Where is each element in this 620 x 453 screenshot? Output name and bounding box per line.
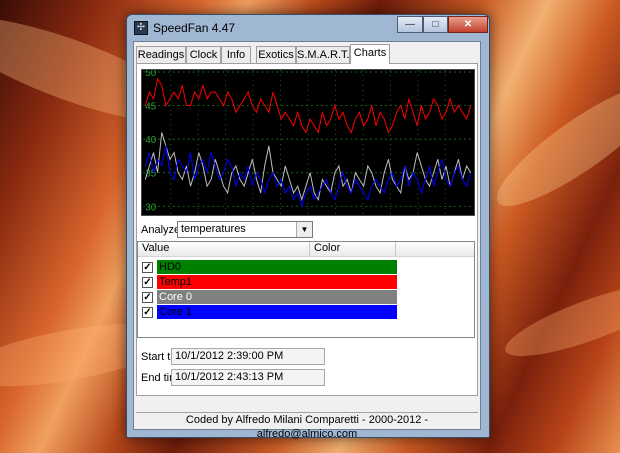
tab-info[interactable]: Info bbox=[221, 46, 251, 63]
temperature-chart: 3035404550 bbox=[141, 69, 475, 216]
y-tick-label: 40 bbox=[145, 135, 156, 146]
checkbox[interactable]: ✓ bbox=[142, 262, 153, 273]
window-client-area: Readings Clock Info Exotics S.M.A.R.T. C… bbox=[133, 41, 481, 440]
tab-clock[interactable]: Clock bbox=[186, 46, 221, 63]
column-header-value[interactable]: Value bbox=[138, 242, 310, 256]
y-tick-label: 30 bbox=[145, 202, 156, 213]
background-streak bbox=[498, 270, 620, 370]
series-color-swatch: HD0 bbox=[157, 260, 397, 274]
analyze-label: Analyze bbox=[141, 224, 181, 236]
y-tick-label: 50 bbox=[145, 69, 156, 79]
series-color-swatch: Core 1 bbox=[157, 305, 397, 319]
start-time-field: 10/1/2012 2:39:00 PM bbox=[171, 348, 325, 365]
checkbox[interactable]: ✓ bbox=[142, 292, 153, 303]
window-title: SpeedFan 4.47 bbox=[153, 21, 236, 35]
tab-smart[interactable]: S.M.A.R.T. bbox=[296, 46, 350, 63]
end-time-field: 10/1/2012 2:43:13 PM bbox=[171, 369, 325, 386]
series-list: Value Color ✓ HD0 ✓ Temp1 ✓ Core 0 ✓ Cor… bbox=[137, 241, 475, 338]
series-color-swatch: Temp1 bbox=[157, 275, 397, 289]
fan-app-icon: ✢ bbox=[134, 21, 148, 35]
tab-exotics[interactable]: Exotics bbox=[256, 46, 296, 63]
close-button[interactable]: ✕ bbox=[448, 16, 488, 33]
analyze-selected-value: temperatures bbox=[181, 223, 246, 235]
column-header-color[interactable]: Color bbox=[310, 242, 396, 256]
dropdown-arrow-icon[interactable]: ▼ bbox=[296, 222, 312, 237]
title-bar[interactable]: ✢ SpeedFan 4.47 — □ ✕ bbox=[127, 15, 489, 41]
tab-charts[interactable]: Charts bbox=[350, 44, 390, 64]
charts-panel: 30 35 40 45 50 Analyze temperatures ▼ Value … bbox=[136, 63, 478, 396]
maximize-button[interactable]: □ bbox=[423, 16, 448, 33]
background-streak bbox=[483, 67, 620, 223]
y-tick-label: 45 bbox=[145, 102, 156, 113]
status-bar: Coded by Alfredo Milani Comparetti - 200… bbox=[136, 412, 478, 440]
minimize-button[interactable]: — bbox=[397, 16, 423, 33]
list-header: Value Color bbox=[138, 242, 474, 257]
analyze-dropdown[interactable]: temperatures ▼ bbox=[177, 221, 313, 238]
series-line-core-1 bbox=[144, 145, 472, 209]
checkbox[interactable]: ✓ bbox=[142, 277, 153, 288]
tab-readings[interactable]: Readings bbox=[136, 46, 186, 63]
speedfan-window: ✢ SpeedFan 4.47 — □ ✕ Readings Clock Inf… bbox=[126, 14, 490, 440]
series-color-swatch: Core 0 bbox=[157, 290, 397, 304]
checkbox[interactable]: ✓ bbox=[142, 307, 153, 318]
